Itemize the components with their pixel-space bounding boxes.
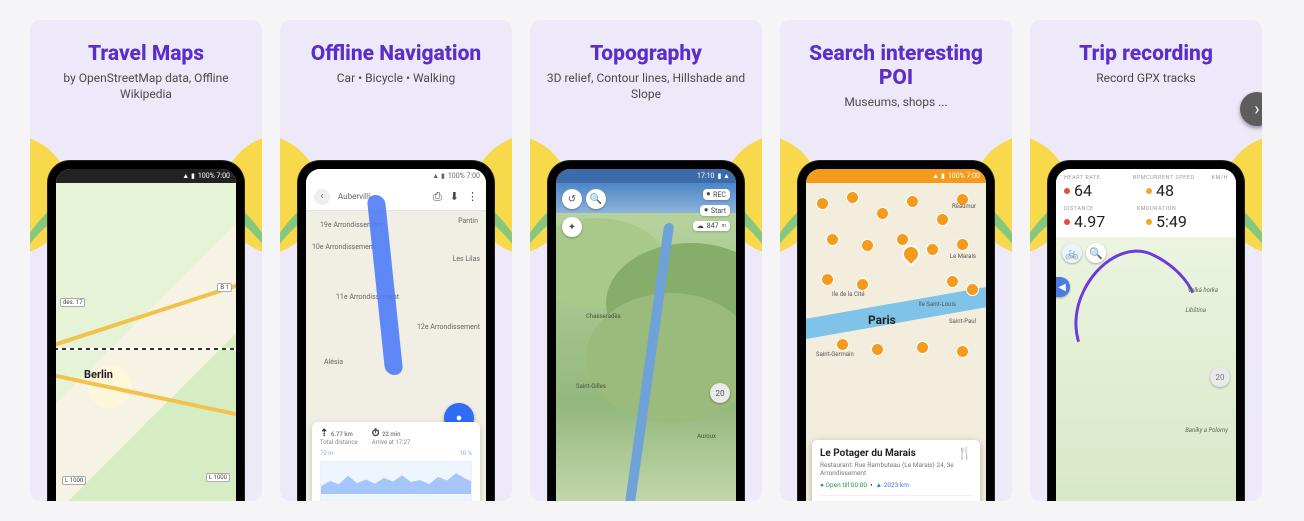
star-icon: ☆ <box>831 500 841 501</box>
next-screenshot-button[interactable]: › <box>1240 92 1262 126</box>
poi-open-status: ● Open till 00:00 <box>820 481 867 489</box>
card-tagline: Museums, shops ... <box>828 94 963 110</box>
screenshot-card-trip-recording[interactable]: Trip recording Record GPX tracks HEART R… <box>1030 20 1262 501</box>
status-bar: ▲ ▮ 100% 7:00 <box>306 169 486 183</box>
elev-min: 70 m <box>320 450 334 457</box>
print-icon[interactable]: ⎙ <box>433 190 442 204</box>
card-tagline: Record GPX tracks <box>1080 70 1212 86</box>
phone-mockup: HEART RATEBPM 64 CURRENT SPEEDKM/H 48 DI… <box>1048 161 1244 501</box>
screenshot-card-topography[interactable]: Topography 3D relief, Contour lines, Hil… <box>530 20 762 501</box>
time-metric: ⏱ 22 min Arrive at 17:27 <box>372 428 411 446</box>
start-chip[interactable]: ⏺ Start <box>700 205 730 216</box>
card-tagline: Car • Bicycle • Walking <box>321 70 472 86</box>
stat-duration: DURATION 5:49 <box>1146 206 1228 231</box>
phone-mockup: ▲ ▮ 100% 7:00 Berlin des. 17 B 1 L 1000 … <box>48 161 244 501</box>
bike-mode-button[interactable]: 🚲 <box>1062 243 1082 263</box>
area-label: Alésia <box>324 358 343 366</box>
phone-mockup: 17:10 ▮ ▲ ↺ 🔍 ✦ ⏺ REC ⏺ Start ☁ 847 m 20… <box>548 161 744 501</box>
card-tagline: by OpenStreetMap data, Offline Wikipedia <box>30 70 262 102</box>
route-polyline <box>367 195 404 375</box>
share-icon[interactable]: ⋮ <box>467 190 478 203</box>
more-actions[interactable]: ⋮⋮Actions <box>939 500 961 501</box>
duration-icon <box>1146 219 1152 225</box>
stat-heart-rate: HEART RATEBPM 64 <box>1064 175 1146 200</box>
route-summary-card: ⇡ 6.77 km Total distance ⏱ 22 min Arrive… <box>312 422 480 501</box>
share-icon: ⇪ <box>906 500 915 501</box>
distance-icon <box>1064 219 1070 225</box>
map-view[interactable]: 🚲 🔍 ◀ Velká horka Libština Baníky a Polo… <box>1056 237 1236 501</box>
compass-button[interactable]: ↺ <box>562 189 582 209</box>
grid-icon: ⋮⋮ <box>939 500 961 501</box>
heart-icon <box>1064 188 1070 194</box>
stat-speed: CURRENT SPEEDKM/H 48 <box>1146 175 1228 200</box>
area-label: 12e Arrondissement <box>417 323 480 331</box>
nav-top-bar: ‹ Aubervilli ⎙ ⬇ ⋮ <box>306 183 486 211</box>
poi-address: Restaurant: Rue Rambuteau (Le Marais) 24… <box>820 461 972 477</box>
road-badge: B 1 <box>217 283 232 292</box>
add-action[interactable]: ☆Add <box>831 500 842 501</box>
card-title: Topography <box>580 42 712 66</box>
elevation-chip: ☁ 847 m <box>693 221 730 231</box>
poi-card: 🍴 Le Potager du Marais Restaurant: Rue R… <box>812 440 980 501</box>
distance-metric: ⇡ 6.77 km Total distance <box>320 428 358 446</box>
elevation-chart <box>320 461 472 501</box>
poi-distance: ▲ 2023 km <box>876 481 909 489</box>
elev-pct: 10 % <box>459 450 472 457</box>
download-icon[interactable]: ⬇ <box>450 190 459 203</box>
search-button[interactable]: 🔍 <box>1086 243 1106 263</box>
phone-mockup: ▲ ▮ 100% 7:00 ‹ Aubervilli ⎙ ⬇ ⋮ 19e Arr… <box>298 161 494 501</box>
area-label: 10e Arrondissement <box>312 243 375 251</box>
map-view[interactable]: ‹ Aubervilli ⎙ ⬇ ⋮ 19e Arrondissement Pa… <box>306 183 486 501</box>
trip-stats-panel: HEART RATEBPM 64 CURRENT SPEEDKM/H 48 DI… <box>1056 169 1236 237</box>
phone-mockup: ▲ ▮ 100% 7:00 Paris Ile de la Cité Le Ma… <box>798 161 994 501</box>
map-view[interactable]: Berlin des. 17 B 1 L 1000 L 1000 ≡ ◈ <box>56 183 236 501</box>
search-button[interactable]: 🔍 <box>586 189 606 209</box>
drawer-handle[interactable]: ◀ <box>1056 277 1070 297</box>
road-badge: des. 17 <box>60 298 85 307</box>
card-title: Travel Maps <box>78 42 214 66</box>
speed-icon <box>1146 188 1152 194</box>
area-label: Pantin <box>458 217 478 225</box>
city-label: Berlin <box>84 368 113 381</box>
rec-chip[interactable]: ⏺ REC <box>703 189 730 200</box>
city-label: Paris <box>868 313 896 327</box>
map-view[interactable]: Paris Ile de la Cité Le Marais Saint-Pau… <box>806 183 986 501</box>
zoom-level: 20 <box>710 383 730 403</box>
chevron-right-icon: › <box>1254 99 1259 120</box>
restaurant-icon: 🍴 <box>957 446 972 460</box>
poi-name: Le Potager du Marais <box>820 448 972 459</box>
screenshot-card-travel-maps[interactable]: Travel Maps by OpenStreetMap data, Offli… <box>30 20 262 501</box>
terrain-view[interactable]: ↺ 🔍 ✦ ⏺ REC ⏺ Start ☁ 847 m 20 ⛶ Saint-G… <box>556 183 736 501</box>
status-bar: 17:10 ▮ ▲ <box>556 169 736 183</box>
marker-action[interactable]: ⚑Marker <box>863 500 882 501</box>
road-badge: L 1000 <box>206 473 230 482</box>
card-title: Offline Navigation <box>301 42 491 66</box>
back-button[interactable]: ‹ <box>314 189 330 205</box>
layers-button[interactable]: ✦ <box>562 217 582 237</box>
road-badge: L 1000 <box>62 476 86 485</box>
flag-icon: ⚑ <box>867 500 877 501</box>
status-bar: ▲ ▮ 100% 7:00 <box>806 169 986 183</box>
zoom-level: 20 <box>1210 367 1230 387</box>
card-title: Search interesting POI <box>780 42 1012 90</box>
share-action[interactable]: ⇪Share <box>903 500 918 501</box>
area-label: Les Lilas <box>453 255 480 263</box>
stat-distance: DISTANCEKM 4.97 <box>1064 206 1146 231</box>
status-bar: ▲ ▮ 100% 7:00 <box>56 169 236 183</box>
card-tagline: 3D relief, Contour lines, Hillshade and … <box>530 70 762 102</box>
card-title: Trip recording <box>1069 42 1223 66</box>
screenshot-card-offline-nav[interactable]: Offline Navigation Car • Bicycle • Walki… <box>280 20 512 501</box>
screenshot-card-poi[interactable]: Search interesting POI Museums, shops ..… <box>780 20 1012 501</box>
